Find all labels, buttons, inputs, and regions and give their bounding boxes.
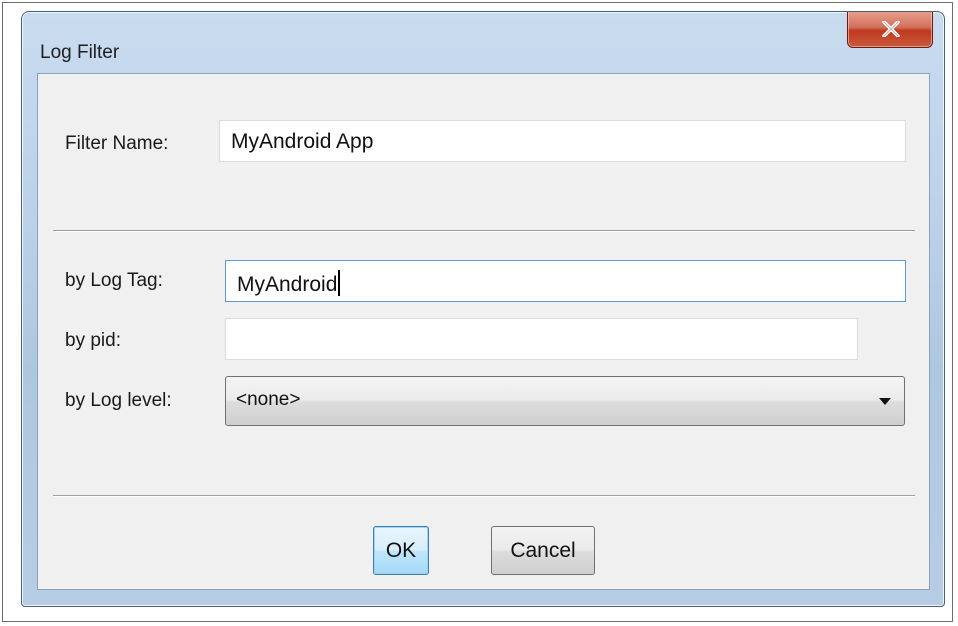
filter-name-input[interactable]: MyAndroid App bbox=[219, 120, 906, 162]
pid-label: by pid: bbox=[65, 330, 121, 351]
dialog-content: Filter Name: MyAndroid App by Log Tag: M… bbox=[37, 73, 930, 590]
separator-bottom bbox=[53, 495, 915, 497]
chevron-down-icon bbox=[879, 398, 891, 405]
close-icon bbox=[882, 21, 900, 37]
filter-name-value: MyAndroid App bbox=[231, 130, 374, 153]
text-caret bbox=[338, 270, 341, 296]
ok-button[interactable]: OK bbox=[373, 526, 429, 575]
separator-top bbox=[53, 230, 915, 232]
cancel-button[interactable]: Cancel bbox=[491, 526, 595, 575]
log-tag-value: MyAndroid bbox=[237, 273, 338, 296]
window-title: Log Filter bbox=[40, 42, 120, 63]
log-tag-label: by Log Tag: bbox=[65, 270, 163, 291]
title-bar[interactable]: Log Filter bbox=[22, 12, 944, 72]
log-level-value: <none> bbox=[236, 389, 301, 410]
log-level-select[interactable]: <none> bbox=[225, 376, 905, 426]
pid-input[interactable] bbox=[225, 318, 858, 360]
log-level-label: by Log level: bbox=[65, 390, 172, 411]
log-filter-dialog: Log Filter Filter Name: MyAndroid App by… bbox=[21, 11, 945, 607]
filter-name-label: Filter Name: bbox=[65, 133, 169, 154]
close-button[interactable] bbox=[847, 12, 933, 48]
log-tag-input[interactable]: MyAndroid bbox=[225, 260, 906, 302]
